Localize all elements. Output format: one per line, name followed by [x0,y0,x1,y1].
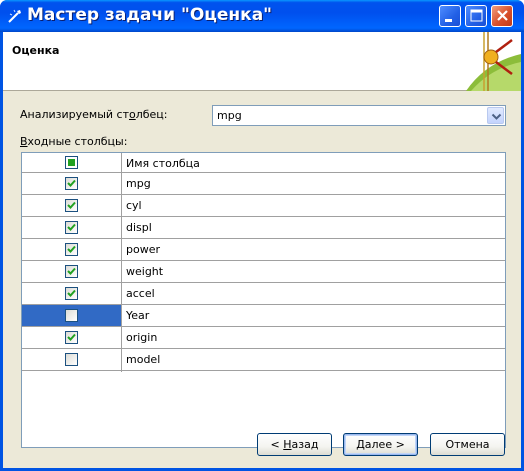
column-name-cell: displ [126,221,152,234]
column-name-cell: mpg [126,177,151,190]
column-checkbox[interactable] [65,331,78,344]
row-checkbox-cell[interactable] [22,217,121,238]
checkmark-icon [67,289,76,297]
checkmark-icon [67,201,76,209]
row-checkbox-cell[interactable] [22,305,121,326]
next-button[interactable]: Далее > [343,433,418,456]
column-checkbox[interactable] [65,287,78,300]
column-name-header: Имя столбца [126,157,200,170]
page-title: Оценка [12,44,60,57]
analyzed-column-value: mpg [217,109,242,122]
table-row[interactable]: accel [22,283,505,305]
table-row[interactable]: power [22,239,505,261]
row-checkbox-cell[interactable] [22,327,121,348]
row-checkbox-cell[interactable] [22,195,121,216]
row-checkbox-cell[interactable] [22,239,121,260]
maximize-icon [470,9,483,22]
checkmark-icon [67,179,76,187]
analyzed-column-select[interactable]: mpg [212,105,506,126]
wizard-header: Оценка [3,32,521,91]
column-name-cell: power [126,243,160,256]
checkmark-icon [67,245,76,253]
checkmark-icon [67,223,76,231]
checkmark-icon [67,267,76,275]
cancel-button[interactable]: Отмена [430,433,505,456]
table-row[interactable]: cyl [22,195,505,217]
table-row[interactable]: Year [22,305,505,327]
column-checkbox[interactable] [65,265,78,278]
table-row[interactable]: origin [22,327,505,349]
select-all-checkbox[interactable] [65,156,78,169]
grid-header: Имя столбца [22,153,505,173]
chevron-down-icon [491,113,502,120]
close-button[interactable] [491,5,513,27]
input-columns-grid[interactable]: Имя столбца mpg cyl displ power weight accel Y… [21,152,506,448]
table-row[interactable]: mpg [22,173,505,195]
minimize-icon [445,19,452,22]
table-row[interactable]: displ [22,217,505,239]
column-name-cell: weight [126,265,164,278]
column-checkbox[interactable] [65,199,78,212]
maximize-button[interactable] [465,5,487,27]
checkmark-icon [67,333,76,341]
wizard-icon [8,9,21,23]
dropdown-arrow-button[interactable] [487,107,504,124]
analyzed-column-label: Анализируемый столбец: [20,108,168,121]
window-title: Мастер задачи "Оценка" [27,5,273,25]
wizard-graphic [466,32,521,91]
row-checkbox-cell[interactable] [22,261,121,282]
table-row[interactable]: model [22,349,505,371]
wizard-body: Оценка Анализируемый столбец: mpg Входны… [3,32,521,468]
column-name-cell: Year [126,309,150,322]
minimize-button[interactable] [439,5,461,27]
row-checkbox-cell[interactable] [22,173,121,194]
input-columns-label: Входные столбцы: [20,135,128,148]
title-bar[interactable]: Мастер задачи "Оценка" [0,0,524,32]
column-checkbox[interactable] [65,177,78,190]
column-name-cell: accel [126,287,155,300]
column-checkbox[interactable] [65,309,78,322]
wizard-window: Мастер задачи "Оценка" Оценка Анализируе… [0,0,524,471]
close-icon [497,10,508,21]
column-checkbox[interactable] [65,353,78,366]
column-name-cell: origin [126,331,158,344]
column-checkbox[interactable] [65,221,78,234]
column-checkbox[interactable] [65,243,78,256]
column-name-cell: cyl [126,199,142,212]
back-button[interactable]: < Назад [257,433,332,456]
column-name-cell: model [126,353,161,366]
row-checkbox-cell[interactable] [22,283,121,304]
table-row[interactable]: weight [22,261,505,283]
row-checkbox-cell[interactable] [22,349,121,370]
